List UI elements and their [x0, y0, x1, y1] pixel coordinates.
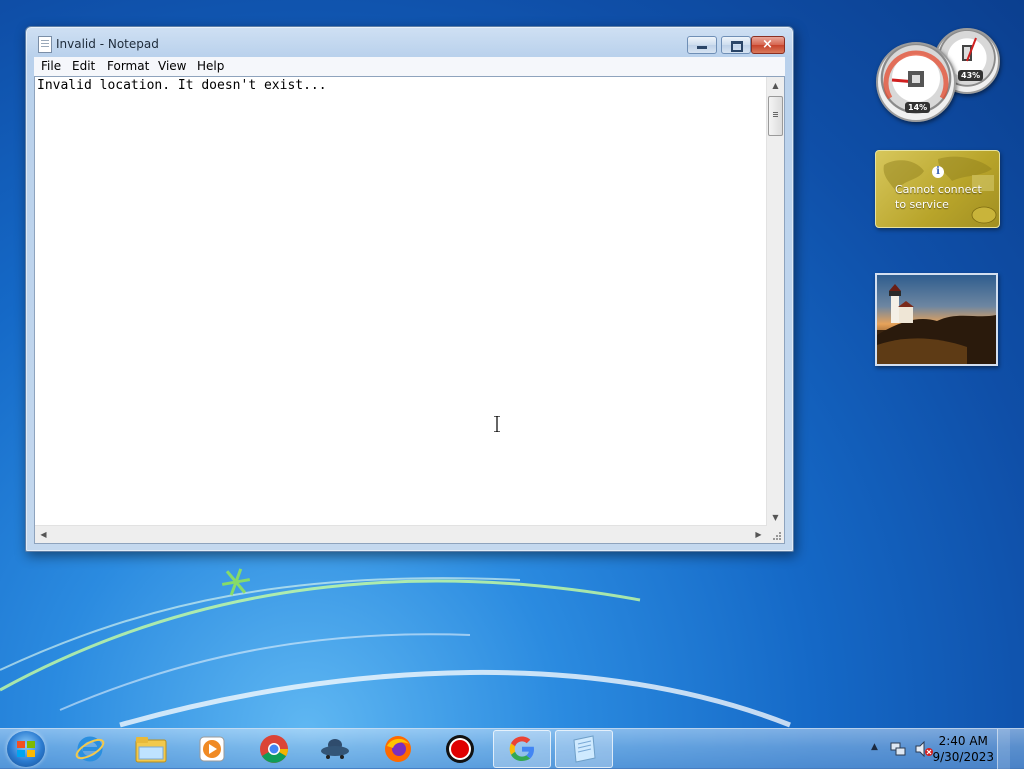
scroll-up-arrow-icon[interactable]: ▲ — [767, 77, 784, 94]
system-tray: ▲ 2:40 AM 9/30/2023 — [865, 729, 1010, 769]
show-desktop-button[interactable] — [997, 729, 1010, 769]
taskbar-internet-explorer[interactable] — [61, 730, 119, 768]
chrome-icon — [260, 735, 288, 763]
title-bar[interactable]: Invalid - Notepad × — [26, 27, 793, 59]
menu-edit[interactable]: Edit — [72, 59, 95, 73]
menu-view[interactable]: View — [158, 59, 186, 73]
clock-date: 9/30/2023 — [932, 750, 994, 764]
taskbar: ▲ 2:40 AM 9/30/2023 — [0, 728, 1024, 769]
menu-help[interactable]: Help — [197, 59, 224, 73]
show-hidden-icons-icon[interactable]: ▲ — [871, 742, 878, 752]
clock-time: 2:40 AM — [938, 734, 988, 748]
windows-logo-icon — [17, 741, 35, 757]
horizontal-scrollbar[interactable]: ◀ ▶ — [35, 525, 767, 543]
record-icon — [446, 735, 474, 763]
taskbar-chrome[interactable] — [245, 730, 303, 768]
menu-file[interactable]: File — [41, 59, 61, 73]
resize-grip[interactable] — [767, 526, 784, 543]
ufo-icon — [321, 739, 349, 759]
notepad-window[interactable]: Invalid - Notepad × File Edit Format Vie… — [25, 26, 794, 552]
network-icon[interactable] — [890, 741, 906, 757]
vertical-scrollbar[interactable]: ▲ ▼ — [766, 77, 784, 526]
volume-muted-icon[interactable] — [915, 741, 933, 757]
firefox-icon — [385, 736, 411, 762]
notepad-icon — [38, 36, 52, 53]
minimize-button[interactable] — [687, 36, 717, 54]
weather-error-message: Cannot connect to service — [895, 183, 982, 211]
cpu-percent: 14% — [905, 102, 931, 113]
scroll-left-arrow-icon[interactable]: ◀ — [35, 526, 52, 543]
wallpaper-swoosh — [0, 568, 791, 728]
ibeam-cursor-icon — [494, 416, 500, 432]
taskbar-app[interactable] — [306, 730, 364, 768]
cpu-meter-gadget[interactable]: 43% 14% — [876, 28, 1000, 122]
minimize-icon — [697, 46, 707, 49]
maximize-icon — [731, 41, 743, 52]
media-player-icon — [199, 736, 225, 762]
maximize-button[interactable] — [721, 36, 751, 54]
cpu-gauge: 14% — [876, 42, 956, 122]
slideshow-gadget[interactable] — [875, 273, 998, 366]
clock[interactable]: 2:40 AM 9/30/2023 — [932, 733, 994, 765]
notepad-icon — [573, 735, 596, 763]
editor-content[interactable]: Invalid location. It doesn't exist... — [37, 78, 327, 93]
text-editor[interactable]: Invalid location. It doesn't exist... ▲ … — [34, 76, 785, 544]
start-button[interactable] — [7, 731, 45, 767]
menu-bar: File Edit Format View Help — [34, 57, 785, 76]
window-title: Invalid - Notepad — [56, 37, 159, 51]
lighthouse-photo — [877, 284, 996, 364]
google-icon — [509, 736, 534, 761]
close-button[interactable]: × — [751, 36, 785, 54]
close-icon: × — [762, 37, 773, 52]
folder-icon — [135, 737, 167, 763]
taskbar-firefox[interactable] — [369, 730, 427, 768]
taskbar-google[interactable] — [493, 730, 551, 768]
scroll-right-arrow-icon[interactable]: ▶ — [750, 526, 767, 543]
taskbar-recorder[interactable] — [431, 730, 489, 768]
scroll-down-arrow-icon[interactable]: ▼ — [767, 509, 784, 526]
taskbar-media-player[interactable] — [183, 730, 241, 768]
weather-gadget[interactable]: i Cannot connect to service — [875, 150, 1000, 228]
taskbar-windows-explorer[interactable] — [122, 730, 180, 768]
menu-format[interactable]: Format — [107, 59, 149, 73]
cpu-chip-icon — [908, 71, 924, 87]
ie-icon — [75, 736, 105, 762]
info-icon: i — [932, 166, 944, 178]
taskbar-notepad[interactable] — [555, 730, 613, 768]
vertical-scroll-thumb[interactable] — [768, 96, 783, 136]
